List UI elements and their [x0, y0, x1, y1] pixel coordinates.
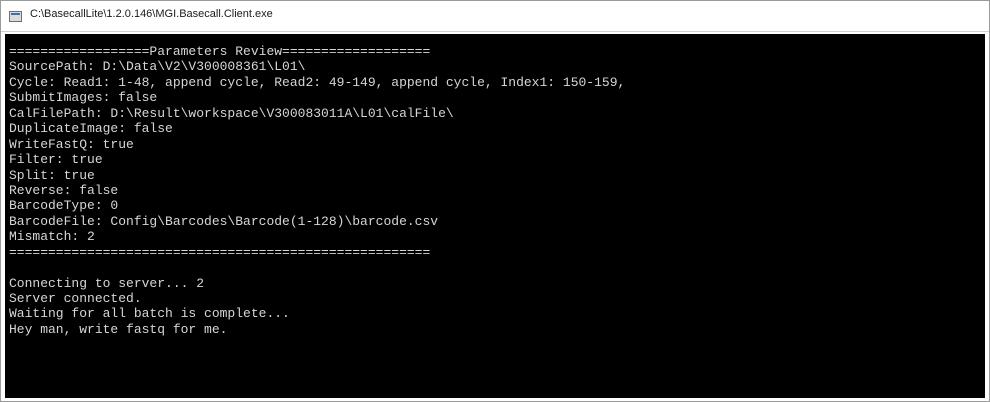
console-line: Filter: true [9, 152, 103, 168]
console-window-icon [9, 11, 22, 22]
console-lines: ==================Parameters Review=====… [9, 44, 625, 337]
title-bar[interactable]: C:\BasecallLite\1.2.0.146\MGI.Basecall.C… [1, 1, 989, 32]
console-line: SubmitImages: false [9, 90, 158, 106]
console-line: Reverse: false [9, 182, 119, 198]
console-line: BarcodeFile: Config\Barcodes\Barcode(1-1… [9, 213, 439, 229]
console-line: Connecting to server... 2 [9, 275, 205, 291]
console-line: BarcodeType: 0 [9, 198, 119, 214]
console-output[interactable]: ==================Parameters Review=====… [5, 34, 985, 398]
console-line: DuplicateImage: false [9, 121, 173, 137]
console-line: Waiting for all batch is complete... [9, 306, 290, 322]
console-line: WriteFastQ: true [9, 136, 134, 152]
console-window: C:\BasecallLite\1.2.0.146\MGI.Basecall.C… [0, 0, 990, 402]
console-line: ========================================… [9, 244, 431, 260]
window-title: C:\BasecallLite\1.2.0.146\MGI.Basecall.C… [30, 8, 273, 20]
console-line: Mismatch: 2 [9, 229, 95, 245]
console-line: Server connected. [9, 291, 142, 306]
console-line: Cycle: Read1: 1-48, append cycle, Read2:… [9, 74, 626, 90]
console-line: Split: true [9, 167, 95, 183]
console-line: CalFilePath: D:\Result\workspace\V300083… [9, 105, 454, 121]
console-line: Hey man, write fastq for me. [9, 321, 228, 337]
console-line: ==================Parameters Review=====… [9, 44, 431, 59]
console-line: SourcePath: D:\Data\V2\V300008361\L01\ [9, 59, 306, 75]
